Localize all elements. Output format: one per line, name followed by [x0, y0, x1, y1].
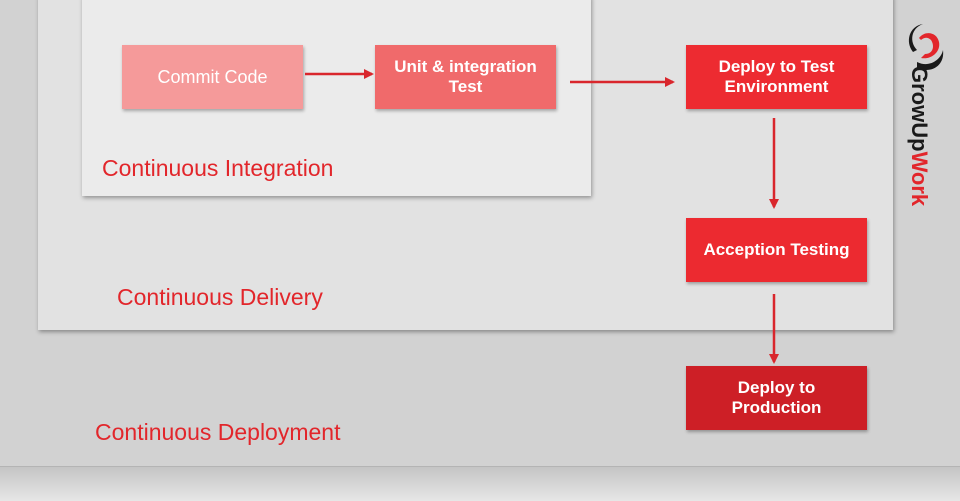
unit-integration-test-label: Unit & integration Test	[394, 57, 537, 96]
logo-text-accent: Work	[907, 151, 932, 207]
commit-code-box: Commit Code	[122, 45, 303, 109]
continuous-integration-label: Continuous Integration	[102, 155, 334, 181]
continuous-delivery-label: Continuous Delivery	[117, 284, 323, 310]
logo-text-main: GrowUp	[907, 66, 932, 152]
deploy-to-test-box: Deploy to Test Environment	[686, 45, 867, 109]
deploy-to-test-label: Deploy to Test Environment	[718, 57, 835, 96]
commit-code-label: Commit Code	[157, 67, 268, 87]
deploy-to-production-box: Deploy to Production	[686, 366, 867, 430]
unit-integration-test-box: Unit & integration Test	[375, 45, 556, 109]
acception-testing-box: Acception Testing	[686, 218, 867, 282]
deploy-to-production-label: Deploy to Production	[731, 378, 822, 417]
acception-testing-label: Acception Testing	[703, 240, 850, 259]
bottom-band	[0, 466, 960, 501]
continuous-deployment-label: Continuous Deployment	[95, 419, 341, 445]
growupwork-logo-text: GrowUpWork	[906, 66, 932, 206]
